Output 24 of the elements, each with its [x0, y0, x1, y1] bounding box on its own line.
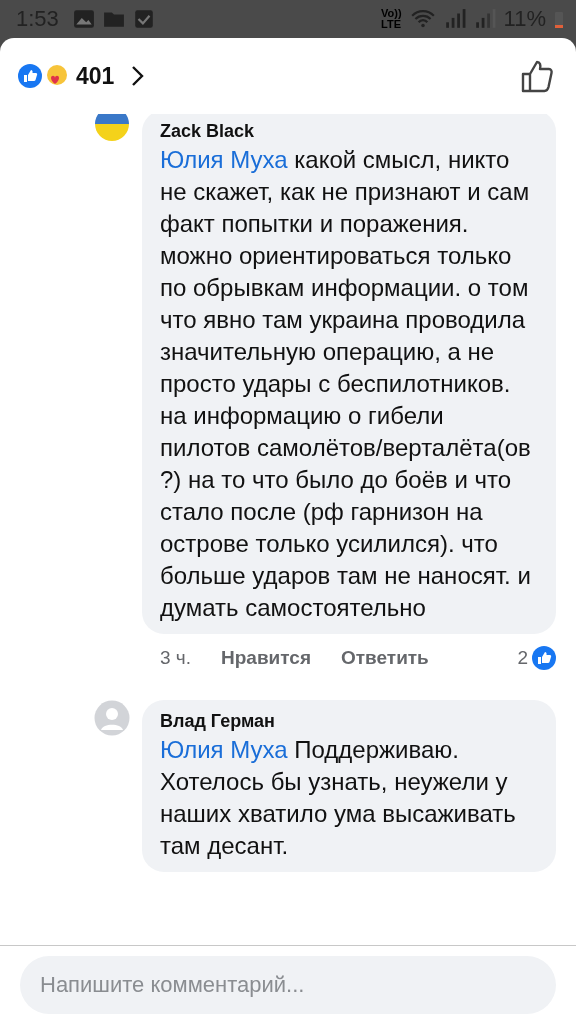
comment-text: Юлия Муха Поддерживаю. Хотелось бы узнать, неужели у наших хватило ума высаживать там десант.	[160, 735, 517, 861]
image-icon	[72, 8, 95, 30]
comment-text: Юлия Муха какой смысл, никто не скажет, как не признают и сам факт попытки и поражения. можно ориентироваться только по обрывкам информации. о том что явно там украина проводила значительную операцию, а не просто удары с беспилотников. на информацию о гибели пилотов самолётов/верталёта(ов ?) на то что было до боёв и что стало после (рф гарнизон на острове только усилился). что больше ударов там не наносят. и думать самостоятельно	[160, 145, 532, 623]
mention-link[interactable]: Юлия Муха	[160, 146, 288, 173]
comment-author[interactable]: Zack Black	[160, 118, 540, 144]
checkbox-icon	[132, 8, 155, 30]
reply-link[interactable]: Ответить	[341, 647, 429, 669]
volte-indicator: Vo)) LTE	[381, 8, 402, 30]
comment-input[interactable]: Напишите комментарий...	[20, 956, 556, 1014]
like-reaction-icon	[18, 64, 42, 88]
flag-avatar[interactable]	[94, 114, 130, 142]
like-link[interactable]: Нравится	[221, 647, 311, 669]
like-icon[interactable]	[520, 58, 556, 94]
like-reaction-icon	[532, 646, 556, 670]
like-count: 2	[517, 647, 528, 669]
reaction-count[interactable]: 401	[76, 62, 115, 90]
mention-link[interactable]: Юлия Муха	[160, 736, 288, 763]
signal-icon	[443, 8, 466, 30]
comment-author[interactable]: Влад Герман	[160, 708, 540, 734]
chevron-right-icon[interactable]	[130, 64, 145, 88]
care-reaction-icon	[44, 64, 68, 88]
wifi-icon	[409, 8, 436, 30]
signal-icon	[473, 8, 496, 30]
comment-time: 3 ч.	[160, 647, 192, 669]
